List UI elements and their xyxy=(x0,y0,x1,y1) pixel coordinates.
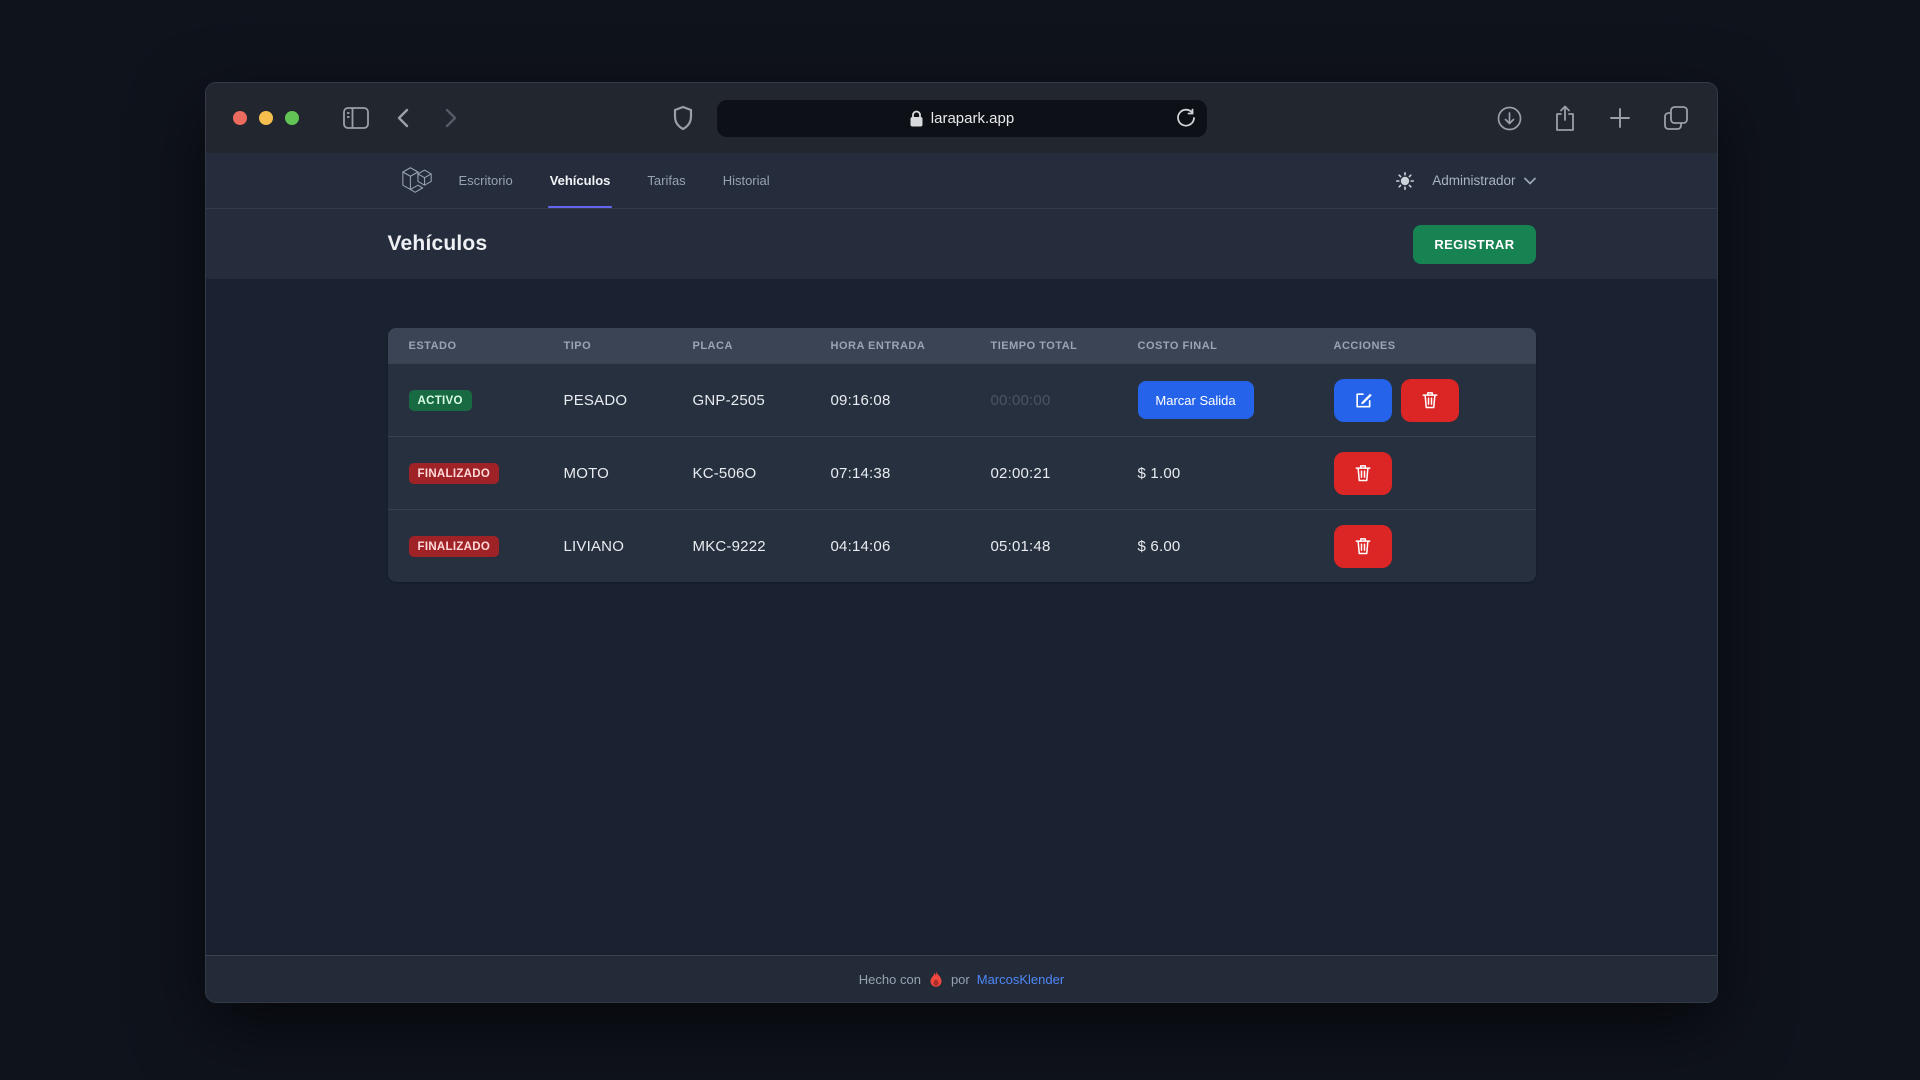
table-row: FINALIZADO MOTO KC-506O 07:14:38 02:00:2… xyxy=(388,436,1536,509)
user-menu[interactable]: Administrador xyxy=(1432,173,1535,188)
reload-icon[interactable] xyxy=(1176,107,1196,129)
status-badge: FINALIZADO xyxy=(409,463,500,484)
delete-button[interactable] xyxy=(1334,452,1392,495)
marcar-salida-button[interactable]: Marcar Salida xyxy=(1138,381,1254,419)
table-header-row: ESTADO TIPO PLACA HORA ENTRADA TIEMPO TO… xyxy=(388,328,1536,363)
trash-icon xyxy=(1354,463,1372,483)
tab-tarifas[interactable]: Tarifas xyxy=(647,153,685,208)
tab-escritorio[interactable]: Escritorio xyxy=(459,153,513,208)
tipo-value: PESADO xyxy=(564,392,693,409)
new-tab-icon[interactable] xyxy=(1608,106,1632,130)
hora-entrada-value: 07:14:38 xyxy=(831,465,991,482)
theme-toggle-sun-icon[interactable] xyxy=(1396,172,1414,190)
col-placa: PLACA xyxy=(693,340,831,352)
col-costo-final: COSTO FINAL xyxy=(1138,340,1334,352)
nav-tabs: Escritorio Vehículos Tarifas Historial xyxy=(459,153,770,208)
col-tiempo-total: TIEMPO TOTAL xyxy=(991,340,1138,352)
edit-button[interactable] xyxy=(1334,379,1392,422)
pencil-square-icon xyxy=(1353,390,1373,410)
tiempo-total-value: 05:01:48 xyxy=(991,538,1138,555)
placa-value: KC-506O xyxy=(693,465,831,482)
close-window-button[interactable] xyxy=(233,111,247,125)
hora-entrada-value: 09:16:08 xyxy=(831,392,991,409)
register-button[interactable]: REGISTRAR xyxy=(1413,225,1535,264)
table-row: ACTIVO PESADO GNP-2505 09:16:08 00:00:00… xyxy=(388,363,1536,436)
tab-overview-icon[interactable] xyxy=(1663,105,1689,131)
privacy-shield-icon[interactable] xyxy=(672,105,694,131)
lock-icon xyxy=(910,110,923,127)
costo-final-value: $ 1.00 xyxy=(1138,465,1334,482)
user-menu-label: Administrador xyxy=(1432,173,1515,188)
col-estado: ESTADO xyxy=(388,340,564,352)
trash-icon xyxy=(1354,536,1372,556)
tiempo-total-value: 00:00:00 xyxy=(991,392,1138,409)
tipo-value: MOTO xyxy=(564,465,693,482)
placa-value: GNP-2505 xyxy=(693,392,831,409)
page-header: Vehículos REGISTRAR xyxy=(206,209,1717,279)
col-acciones: ACCIONES xyxy=(1334,340,1536,352)
page-title: Vehículos xyxy=(388,232,488,256)
sidebar-toggle-icon[interactable] xyxy=(343,107,369,129)
tipo-value: LIVIANO xyxy=(564,538,693,555)
downloads-icon[interactable] xyxy=(1497,106,1522,131)
vehicles-table: ESTADO TIPO PLACA HORA ENTRADA TIEMPO TO… xyxy=(388,328,1536,582)
zoom-window-button[interactable] xyxy=(285,111,299,125)
share-icon[interactable] xyxy=(1553,105,1577,132)
delete-button[interactable] xyxy=(1401,379,1459,422)
chevron-down-icon xyxy=(1524,177,1536,185)
forward-icon xyxy=(439,107,461,129)
laravel-logo-icon[interactable] xyxy=(400,165,434,196)
back-icon[interactable] xyxy=(393,107,415,129)
browser-chrome: larapark.app xyxy=(206,83,1717,153)
minimize-window-button[interactable] xyxy=(259,111,273,125)
col-hora-entrada: HORA ENTRADA xyxy=(831,340,991,352)
browser-window: larapark.app xyxy=(206,83,1717,1002)
placa-value: MKC-9222 xyxy=(693,538,831,555)
hora-entrada-value: 04:14:06 xyxy=(831,538,991,555)
delete-button[interactable] xyxy=(1334,525,1392,568)
tab-historial[interactable]: Historial xyxy=(723,153,770,208)
traffic-lights xyxy=(233,111,299,125)
app-navbar: Escritorio Vehículos Tarifas Historial xyxy=(206,153,1717,209)
address-bar[interactable]: larapark.app xyxy=(717,100,1207,137)
tab-vehiculos[interactable]: Vehículos xyxy=(550,153,611,208)
main-content: ESTADO TIPO PLACA HORA ENTRADA TIEMPO TO… xyxy=(206,279,1717,955)
costo-final-value: $ 6.00 xyxy=(1138,538,1334,555)
status-badge: ACTIVO xyxy=(409,390,472,411)
col-tipo: TIPO xyxy=(564,340,693,352)
tiempo-total-value: 02:00:21 xyxy=(991,465,1138,482)
url-text: larapark.app xyxy=(931,110,1014,127)
status-badge: FINALIZADO xyxy=(409,536,500,557)
trash-icon xyxy=(1421,390,1439,410)
table-row: FINALIZADO LIVIANO MKC-9222 04:14:06 05:… xyxy=(388,509,1536,582)
